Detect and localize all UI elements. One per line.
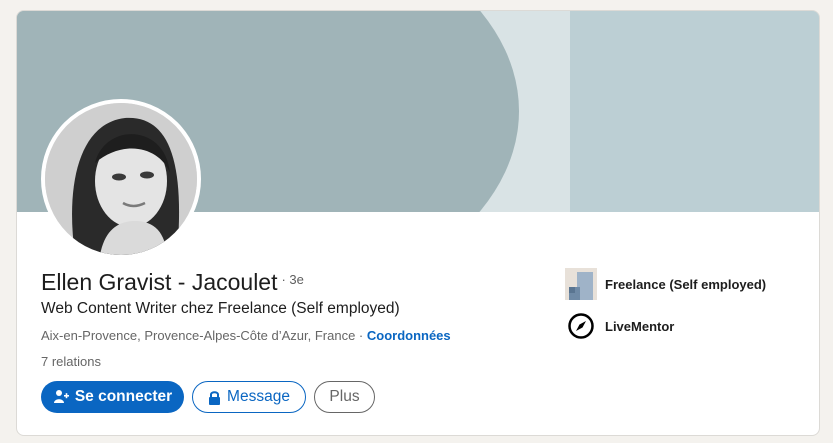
more-button-label: Plus bbox=[329, 388, 360, 405]
message-button-label: Message bbox=[227, 388, 290, 405]
message-button[interactable]: Message bbox=[192, 381, 306, 413]
org-name-livementor: LiveMentor bbox=[605, 318, 675, 334]
profile-headline: Web Content Writer chez Freelance (Self … bbox=[41, 300, 400, 317]
profile-location: Aix-en-Provence, Provence-Alpes-Côte d’A… bbox=[41, 328, 367, 343]
org-item-freelance[interactable]: Freelance (Self employed) bbox=[565, 268, 766, 300]
connect-button-label: Se connecter bbox=[74, 388, 173, 405]
profile-card: Ellen Gravist - Jacoulet · 3e Web Conten… bbox=[16, 10, 820, 436]
add-person-icon bbox=[53, 389, 69, 405]
lock-icon bbox=[208, 390, 221, 405]
building-logo-icon bbox=[565, 268, 597, 300]
profile-avatar[interactable] bbox=[41, 99, 201, 259]
org-name-freelance: Freelance (Self employed) bbox=[605, 276, 767, 292]
org-item-livementor[interactable]: LiveMentor bbox=[565, 310, 674, 342]
connect-button[interactable]: Se connecter bbox=[41, 381, 184, 413]
more-button[interactable]: Plus bbox=[314, 381, 375, 413]
contact-info-link[interactable]: Coordonnées bbox=[367, 328, 451, 343]
location-row: Aix-en-Provence, Provence-Alpes-Côte d’A… bbox=[41, 328, 451, 343]
connections-count[interactable]: 7 relations bbox=[41, 354, 101, 369]
connection-degree: · 3e bbox=[281, 272, 304, 287]
compass-logo-icon bbox=[565, 310, 597, 342]
profile-name: Ellen Gravist - Jacoulet bbox=[41, 269, 278, 295]
